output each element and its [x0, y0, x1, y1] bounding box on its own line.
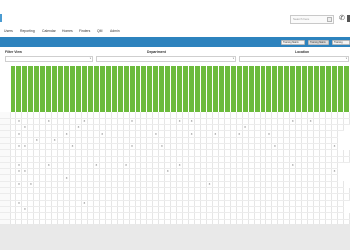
chevron-down-icon: ▾ [89, 57, 91, 60]
matrix-body: XXXXXXXXXXXXXXXXXXXXXXXXXXXXXXXXXXXXXXXX… [0, 112, 350, 224]
nav-item-users[interactable]: Users [4, 28, 13, 35]
department-label: Department [147, 50, 166, 54]
filter-bar: Filter View ▾ Department ▾ Location ▾ [0, 47, 350, 67]
page-footer-area [0, 224, 350, 250]
matrix-cell[interactable] [337, 124, 344, 132]
matrix-cell[interactable] [343, 156, 350, 163]
course-header-row [0, 66, 350, 112]
search-input[interactable]: Search here [290, 15, 334, 24]
training-matrix-button[interactable]: Training Matrix [281, 40, 305, 45]
location-label: Location [295, 50, 310, 54]
course-header[interactable] [343, 66, 350, 112]
app-logo[interactable] [0, 14, 2, 22]
nav-item-calendar[interactable]: Calendar [42, 28, 56, 35]
nav-item-admin[interactable]: Admin [110, 28, 120, 35]
search-placeholder: Search here [293, 17, 310, 21]
main-nav: Users Reporting Calendar Homes Finders Q… [0, 28, 350, 37]
matrix-cell[interactable] [343, 193, 350, 201]
filter-view-label: Filter View [5, 50, 22, 54]
training-matrix-active-button[interactable]: Training Matrix [308, 40, 329, 45]
nav-item-finders[interactable]: Finders [79, 28, 90, 35]
nav-item-qm[interactable]: QM [97, 28, 102, 35]
training-matrix-table: XXXXXXXXXXXXXXXXXXXXXXXXXXXXXXXXXXXXXXXX… [0, 66, 350, 224]
chevron-down-icon: ▾ [232, 57, 234, 60]
matrix-cell[interactable] [343, 118, 350, 126]
location-select[interactable]: ▾ [239, 56, 349, 62]
department-select[interactable]: ▾ [96, 56, 236, 62]
filter-view-select[interactable]: ▾ [5, 56, 93, 62]
nav-item-reporting[interactable]: Reporting [20, 28, 35, 35]
training-matrix-grid: XXXXXXXXXXXXXXXXXXXXXXXXXXXXXXXXXXXXXXXX… [0, 66, 350, 224]
chevron-down-icon: ▾ [345, 57, 347, 60]
search-icon[interactable] [327, 17, 332, 22]
training-button[interactable]: Training [332, 40, 350, 45]
phone-icon[interactable]: ✆ [339, 15, 345, 23]
nav-item-homes[interactable]: Homes [62, 28, 73, 35]
matrix-corner [0, 66, 11, 112]
